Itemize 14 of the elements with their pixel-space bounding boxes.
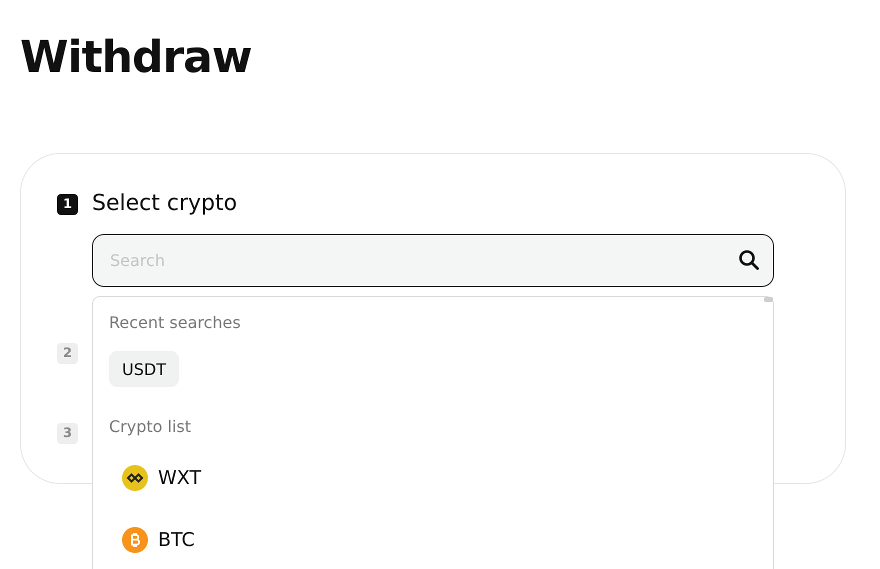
search-icon[interactable] bbox=[738, 249, 760, 271]
section-heading: Recent searches bbox=[109, 313, 242, 333]
step-number: 1 bbox=[57, 194, 78, 214]
step-number: 2 bbox=[57, 343, 78, 364]
coin-option[interactable]: WXT bbox=[158, 467, 202, 489]
recent-search-chip[interactable]: USDT bbox=[109, 351, 179, 387]
scrollbar-thumb[interactable] bbox=[764, 297, 773, 302]
coin-icon bbox=[122, 465, 148, 491]
bitcoin-icon bbox=[122, 527, 148, 553]
page-title: Withdraw bbox=[20, 31, 253, 85]
section-heading: Crypto list bbox=[109, 417, 192, 437]
coin-option[interactable]: BTC bbox=[158, 529, 195, 551]
step-title: Select crypto bbox=[92, 193, 238, 215]
step-number: 3 bbox=[57, 423, 78, 444]
